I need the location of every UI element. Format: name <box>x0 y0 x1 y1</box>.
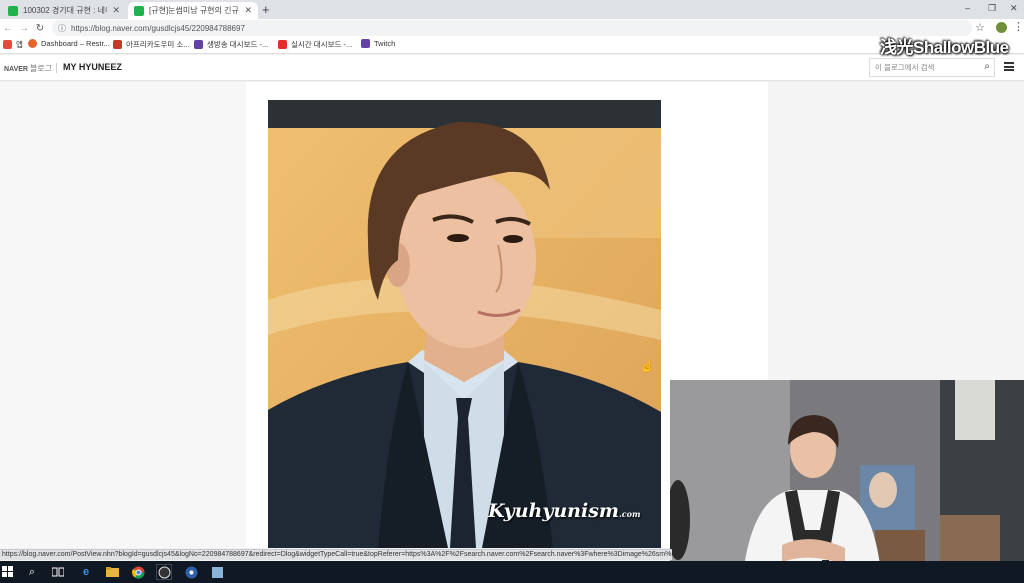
bookmark-label: Dashboard – Restr... <box>41 39 110 48</box>
maximize-button[interactable]: ❐ <box>988 3 996 14</box>
youtube-icon <box>278 40 287 49</box>
new-tab-button[interactable]: + <box>262 2 270 17</box>
info-icon[interactable]: ⓘ <box>58 23 66 34</box>
photo-watermark: Kyuhyunism.com <box>488 500 640 522</box>
blog-name[interactable]: MY HYUNEEZ <box>63 62 122 72</box>
afreeca-icon <box>113 40 122 49</box>
edge-icon[interactable]: e <box>78 564 94 580</box>
close-icon[interactable]: ✕ <box>244 5 252 16</box>
bookmark-label: 아프리카도우미 소... <box>126 40 190 49</box>
bookmark-item[interactable]: Twitch <box>361 39 395 48</box>
naver-brand: NAVER <box>4 66 28 73</box>
back-arrow-icon[interactable]: ← <box>0 23 16 34</box>
browser-tab-bar: 100302 경기대 규현 : 네이버 이 ✕ [규현]눈썹미남 규현의 긴규돌… <box>0 0 1024 19</box>
tab-title: 100302 경기대 규현 : 네이버 이 <box>23 6 107 15</box>
restream-icon <box>28 39 37 48</box>
bookmark-label: 생방송 대시보드 -... <box>207 40 269 49</box>
bookmark-item[interactable]: Dashboard – Restr... <box>28 39 110 48</box>
profile-avatar[interactable] <box>996 22 1007 33</box>
naver-favicon-icon <box>134 5 144 16</box>
windows-taskbar: ⌕ e <box>0 561 1024 583</box>
search-icon[interactable]: ⌕ <box>24 564 40 580</box>
bookmark-label: 실시간 대시보드 -... <box>291 40 353 49</box>
photo-watermark-suffix: .com <box>619 509 641 519</box>
more-options-icon[interactable]: ⋮ <box>1013 20 1024 33</box>
browser-tab-active[interactable]: [규현]눈썹미남 규현의 긴규돌 : ✕ <box>128 2 258 19</box>
bookmark-item[interactable]: 생방송 대시보드 -... <box>194 39 268 50</box>
post-photo: Kyuhyunism.com <box>268 100 661 548</box>
reload-icon[interactable]: ↻ <box>32 23 48 34</box>
address-url: https://blog.naver.com/gusdlcjs45/220984… <box>71 23 245 33</box>
app-icon[interactable] <box>183 564 199 580</box>
minimize-button[interactable]: – <box>965 3 970 13</box>
bookmarks-bar: 앱 Dashboard – Restr... 아프리카도우미 소... 생방송 … <box>0 37 1024 54</box>
close-window-button[interactable]: ✕ <box>1010 3 1018 14</box>
left-margin-area <box>0 82 246 548</box>
blog-header: NAVER 블로그 MY HYUNEEZ 이 블로그에서 검색 ⌕ <box>0 55 1024 81</box>
link-status-bar: https://blog.naver.com/PostView.nhn?blog… <box>0 549 672 560</box>
close-icon[interactable]: ✕ <box>112 5 120 16</box>
naver-favicon-icon <box>8 5 18 16</box>
search-icon[interactable]: ⌕ <box>984 61 990 72</box>
stream-watermark: 浅光ShallowBlue <box>880 38 1009 57</box>
twitch-icon <box>361 39 370 48</box>
header-divider <box>56 63 57 73</box>
tab-title: [규현]눈썹미남 규현의 긴규돌 : <box>149 6 239 15</box>
apps-grid-icon <box>3 40 12 49</box>
bookmark-label: 앱 <box>16 40 23 49</box>
task-view-icon[interactable] <box>50 564 66 580</box>
naver-blog-logo[interactable]: NAVER 블로그 <box>4 63 52 74</box>
bookmark-item[interactable]: 실시간 대시보드 -... <box>278 39 352 50</box>
photo-watermark-text: Kyuhyunism <box>488 500 620 522</box>
bookmark-label: Twitch <box>374 39 396 48</box>
hand-cursor-icon: ☝ <box>640 359 655 373</box>
blog-search-input[interactable]: 이 블로그에서 검색 ⌕ <box>869 58 995 77</box>
address-bar[interactable]: ⓘ https://blog.naver.com/gusdlcjs45/2209… <box>52 20 972 36</box>
windows-start-icon[interactable] <box>0 564 16 580</box>
file-explorer-icon[interactable] <box>104 564 120 580</box>
app-icon-2[interactable] <box>209 564 225 580</box>
twitch-icon <box>194 40 203 49</box>
bookmark-apps[interactable]: 앱 <box>3 39 23 50</box>
blog-section-label: 블로그 <box>29 64 53 73</box>
webcam-overlay <box>670 380 1024 583</box>
chrome-icon[interactable] <box>130 564 146 580</box>
hamburger-menu-icon[interactable] <box>1004 62 1014 71</box>
browser-toolbar: ← → ↻ ⓘ https://blog.naver.com/gusdlcjs4… <box>0 19 1024 37</box>
forward-arrow-icon[interactable]: → <box>16 23 32 34</box>
search-placeholder: 이 블로그에서 검색 <box>875 63 935 72</box>
bookmark-item[interactable]: 아프리카도우미 소... <box>113 39 190 50</box>
browser-tab[interactable]: 100302 경기대 규현 : 네이버 이 ✕ <box>2 2 126 19</box>
obs-icon[interactable] <box>156 564 172 580</box>
